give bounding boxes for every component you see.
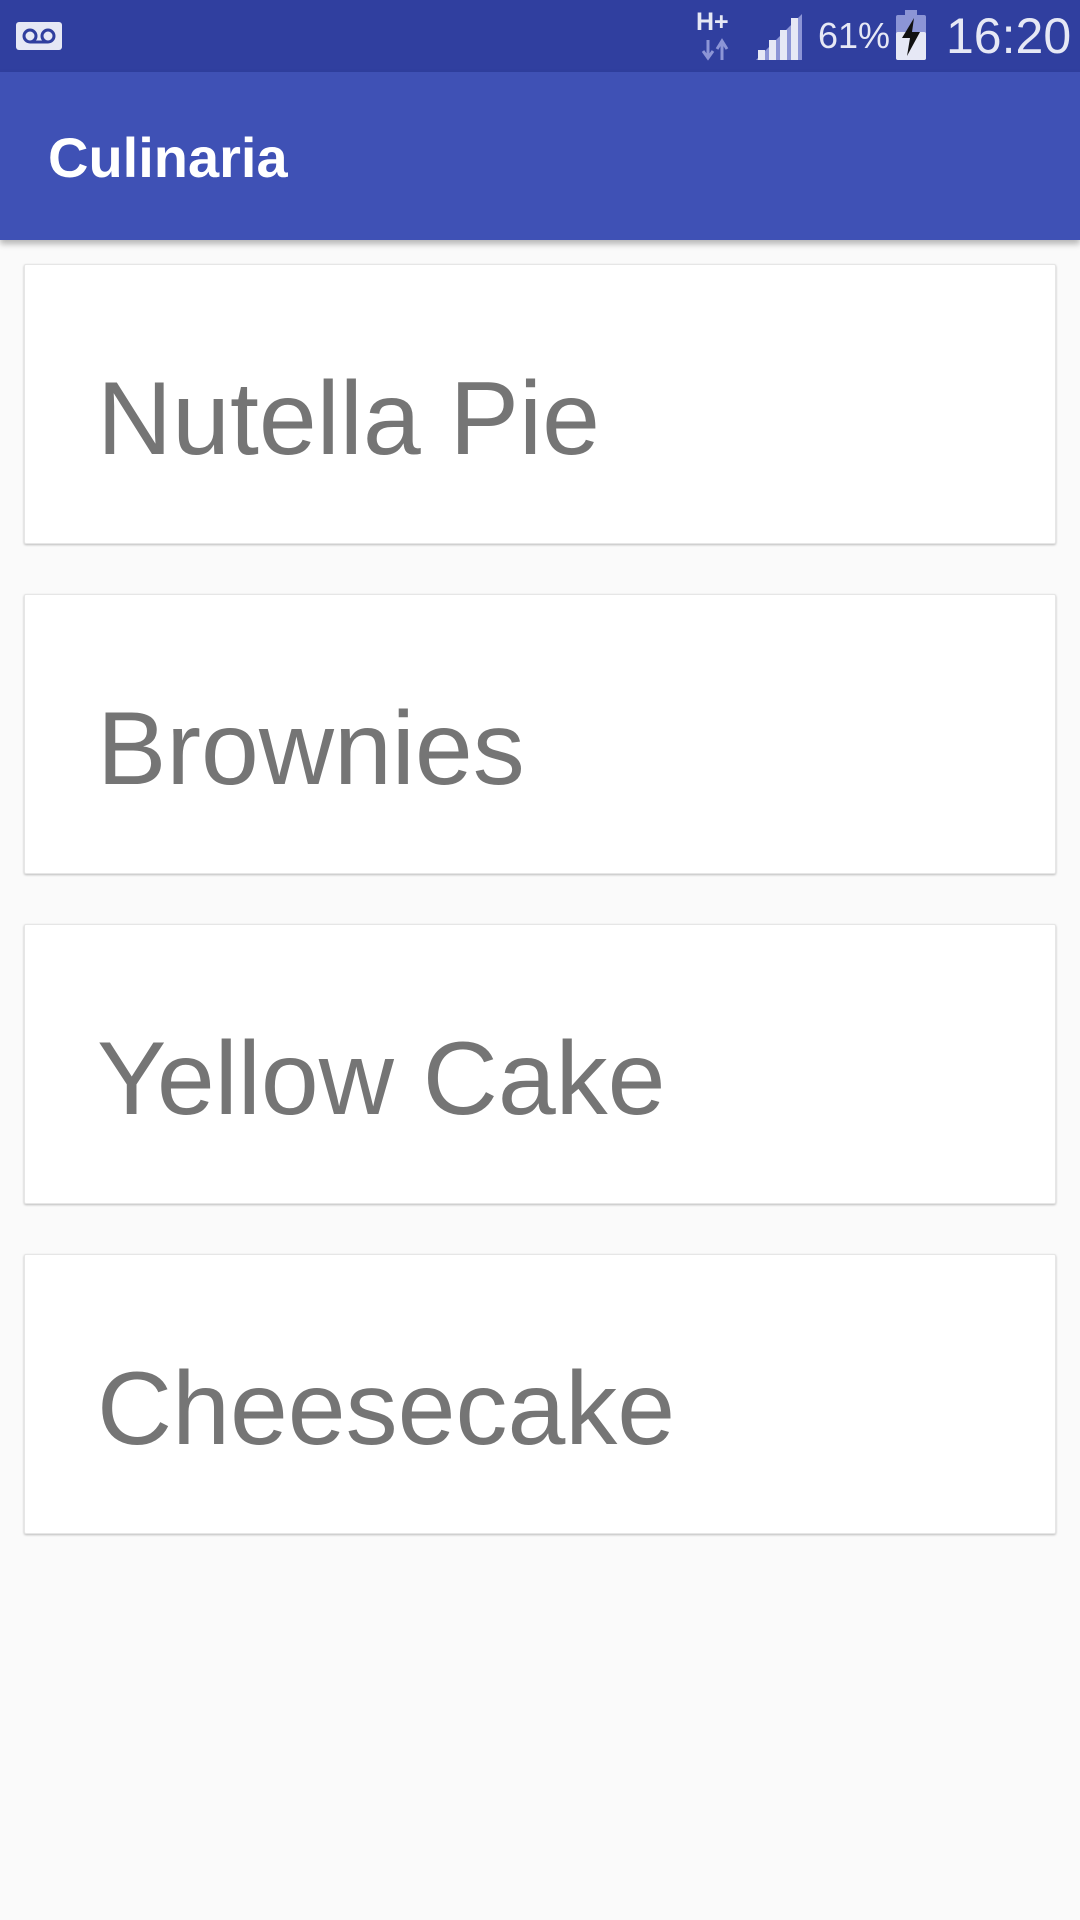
status-bar: H+ 61% 16:20 bbox=[0, 0, 1080, 72]
recipe-card-nutella-pie[interactable]: Nutella Pie bbox=[24, 264, 1056, 544]
recipe-card-yellow-cake[interactable]: Yellow Cake bbox=[24, 924, 1056, 1204]
battery-charging-icon bbox=[896, 10, 926, 60]
app-bar: Culinaria bbox=[0, 72, 1080, 240]
clock: 16:20 bbox=[946, 8, 1072, 64]
app-title: Culinaria bbox=[48, 126, 288, 189]
network-type-label: H+ bbox=[696, 8, 729, 36]
network-arrows-icon bbox=[701, 38, 729, 61]
recipe-list: Nutella Pie Brownies Yellow Cake Cheesec… bbox=[24, 264, 1056, 1584]
recipe-card-label: Nutella Pie bbox=[97, 361, 600, 477]
recipe-card-label: Brownies bbox=[97, 691, 525, 807]
voicemail-icon bbox=[16, 22, 62, 50]
recipe-card-cheesecake[interactable]: Cheesecake bbox=[24, 1254, 1056, 1534]
signal-icon bbox=[756, 14, 802, 60]
recipe-card-brownies[interactable]: Brownies bbox=[24, 594, 1056, 874]
recipe-card-label: Cheesecake bbox=[97, 1351, 676, 1467]
recipe-card-label: Yellow Cake bbox=[97, 1021, 666, 1137]
network-indicator: H+ bbox=[696, 8, 740, 64]
battery-percent: 61% bbox=[818, 15, 891, 56]
